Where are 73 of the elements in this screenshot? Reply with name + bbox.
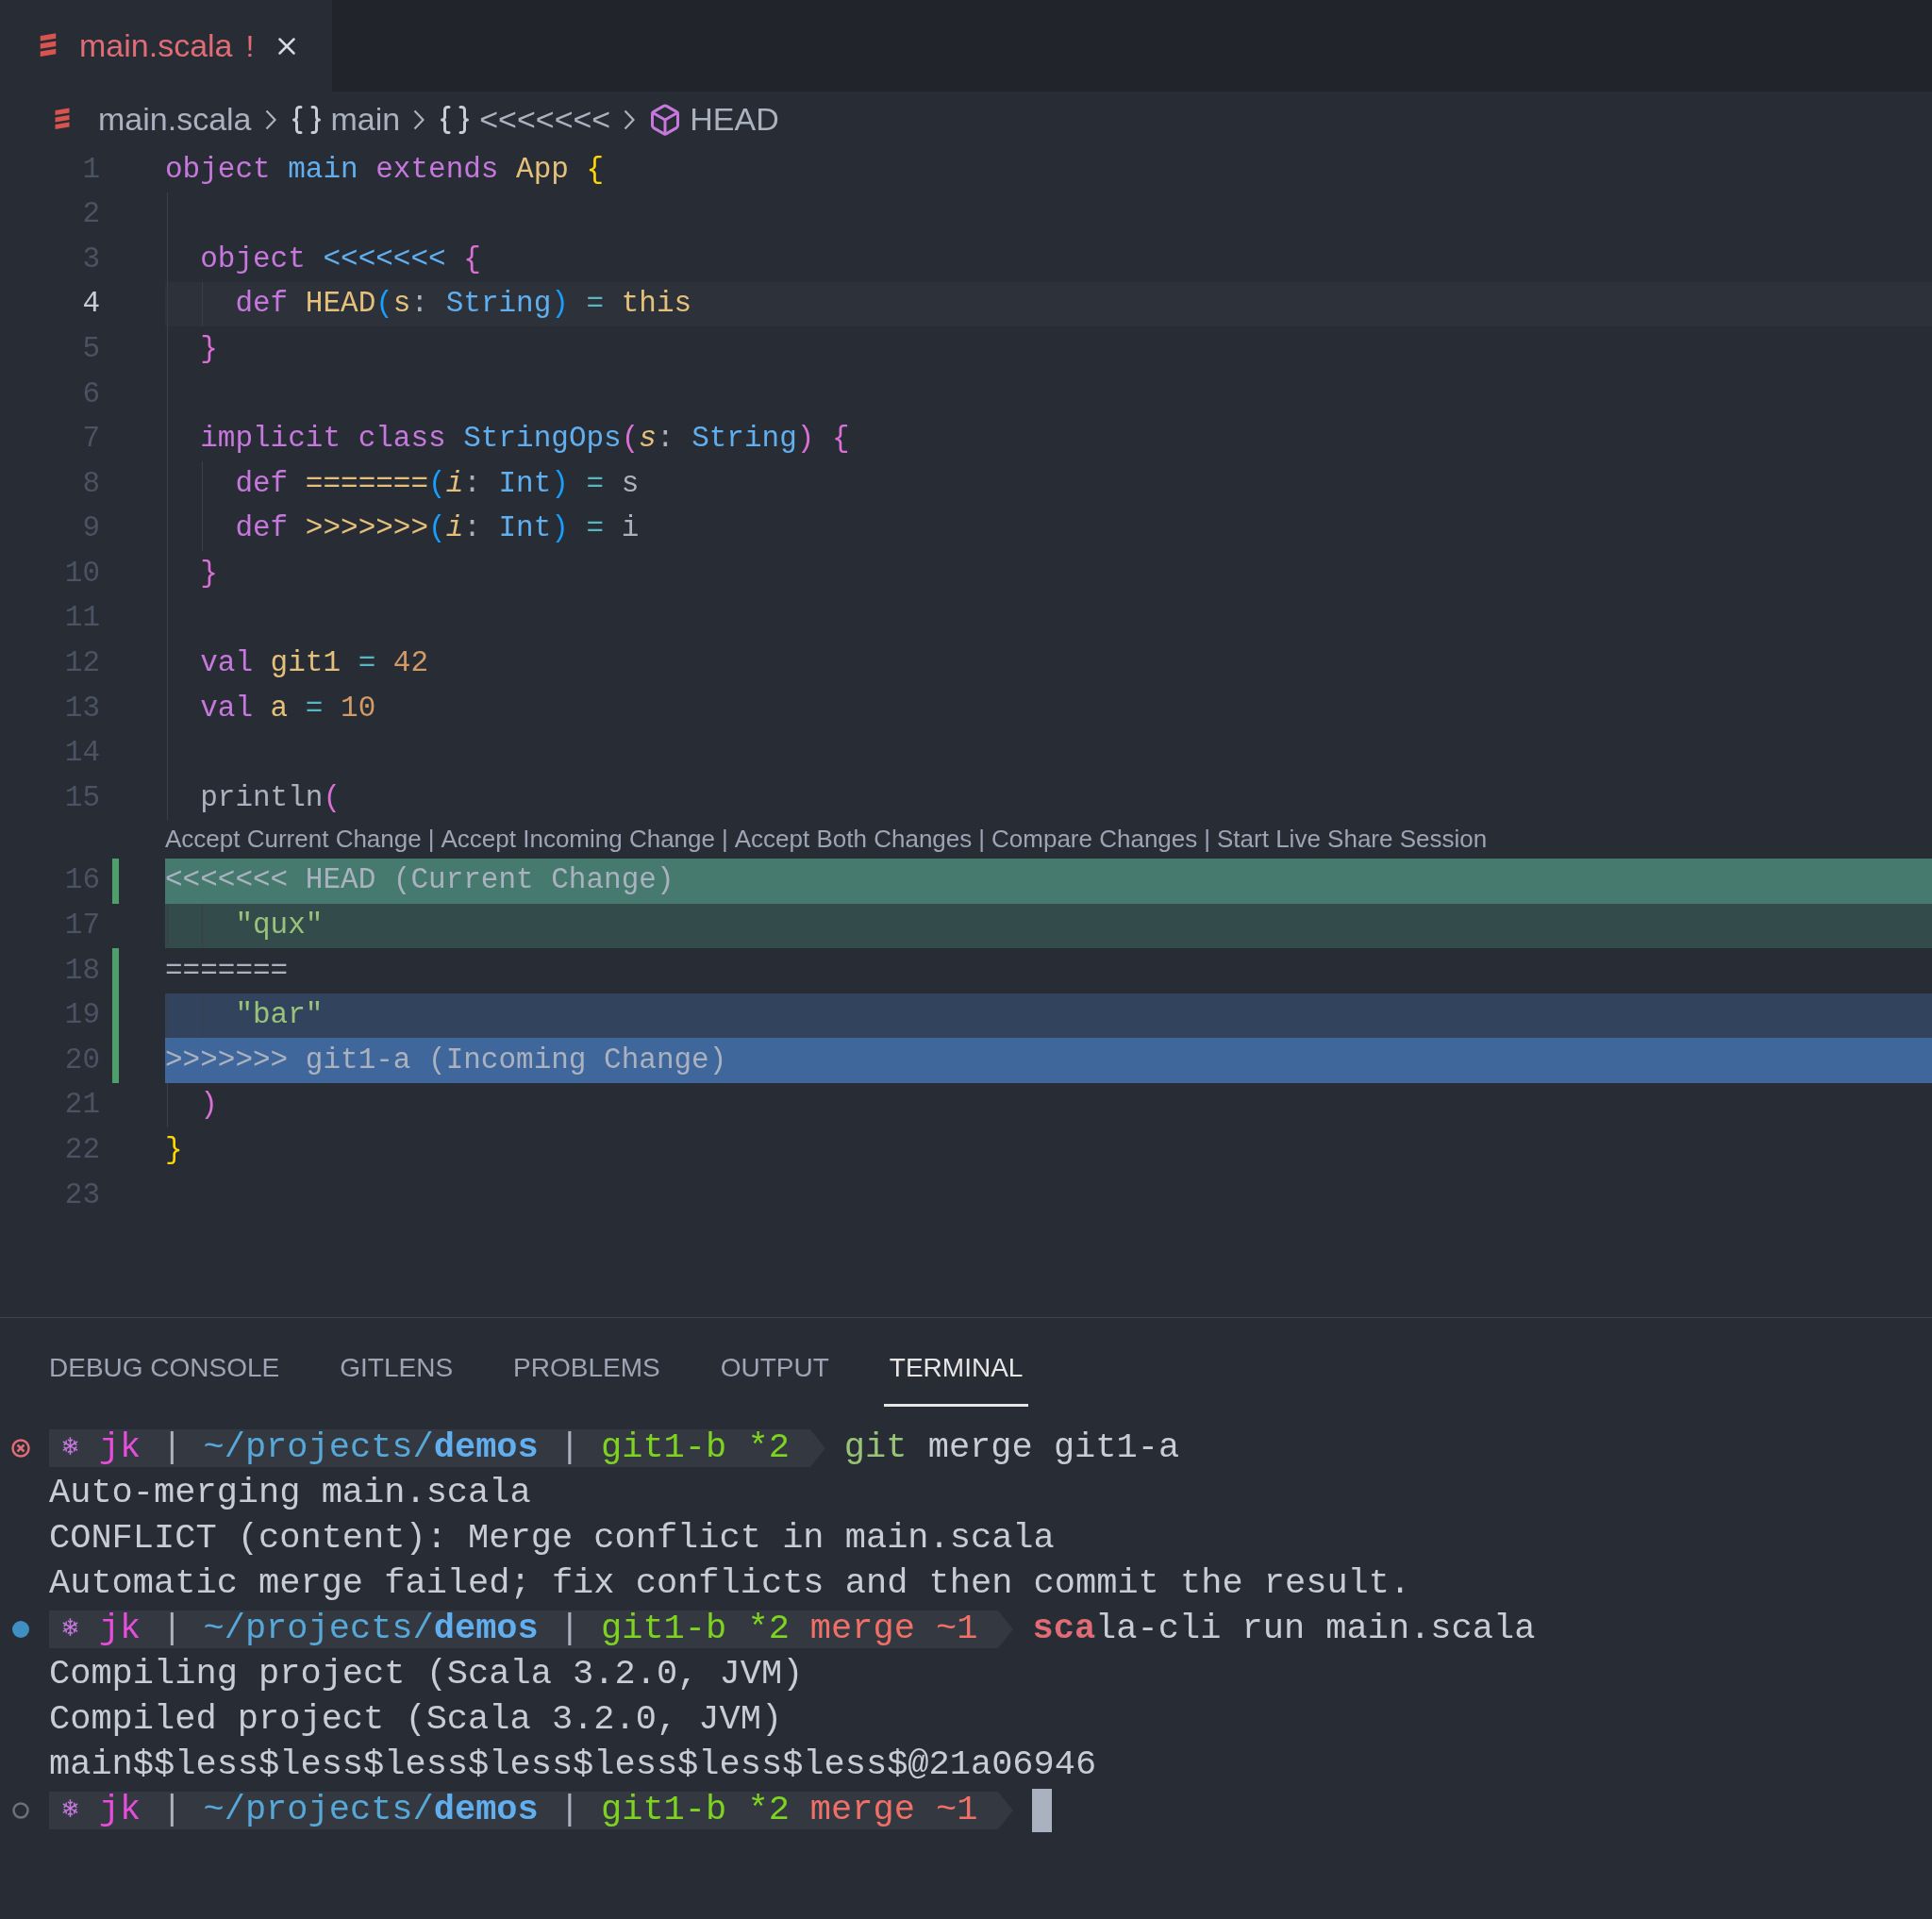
code-text: ) (199, 1087, 218, 1124)
terminal-output: Automatic merge failed; fix conflicts and then commit the result. (49, 1562, 1411, 1606)
code-text: def =======(i: Int) = s (234, 465, 640, 502)
code-text: } (165, 1132, 183, 1168)
scala-icon (53, 107, 72, 132)
breadcrumb-item[interactable]: HEAD (690, 95, 779, 143)
code-text: println( (199, 779, 341, 816)
prompt-separator: | (558, 1427, 580, 1470)
breadcrumb-item[interactable]: <<<<<<< (479, 95, 611, 143)
terminal-output: CONFLICT (content): Merge conflict in main.scala (49, 1517, 1055, 1560)
codelens-separator: | (427, 824, 435, 856)
codelens-separator: | (978, 824, 986, 856)
prompt-user: jk (98, 1789, 142, 1832)
git-branch: git1-b *2 (601, 1789, 790, 1832)
command-text: git merge git1-a (843, 1427, 1180, 1470)
chevron-right-icon (264, 108, 276, 130)
terminal-output: Compiled project (Scala 3.2.0, JVM) (49, 1698, 783, 1742)
code-text: def >>>>>>>(i: Int) = i (234, 510, 640, 547)
chevron-right-icon (624, 108, 636, 130)
code-text: <<<<<<< HEAD (Current Change) (165, 862, 675, 899)
codelens-link[interactable]: Accept Both Changes (734, 821, 973, 859)
panel-tab[interactable]: OUTPUT (714, 1331, 835, 1407)
code-text: implicit class StringOps(s: String) { (199, 421, 850, 458)
code-text: object main extends App { (165, 151, 605, 188)
prompt-separator: | (558, 1608, 580, 1651)
prompt-separator: | (161, 1427, 183, 1470)
editor-tab[interactable]: main.scala ! (0, 0, 332, 92)
scala-icon (38, 32, 58, 59)
tab-label: main.scala (79, 26, 233, 65)
git-branch: git1-b *2 (601, 1427, 790, 1470)
codelens-link[interactable]: Accept Current Change (165, 821, 422, 859)
merge-state: merge ~1 (809, 1608, 978, 1651)
terminal-output: main$$less$less$less$less$less$less$less$@21a06946 (49, 1744, 1097, 1787)
prompt-separator: | (161, 1789, 183, 1832)
line-number: 4 (81, 286, 100, 323)
panel-tab[interactable]: TERMINAL (883, 1331, 1029, 1407)
prompt-path: ~/projects/demos (203, 1427, 539, 1470)
code-text: } (199, 555, 218, 592)
code-text: "qux" (234, 908, 324, 944)
code-text: } (199, 330, 218, 367)
code-text: val a = 10 (199, 690, 376, 726)
panel-tab[interactable]: PROBLEMS (508, 1331, 666, 1407)
snowflake-icon: ❄ (62, 1428, 78, 1468)
panel-tab[interactable]: GITLENS (334, 1331, 459, 1407)
prompt-user: jk (98, 1427, 142, 1470)
prompt-path: ~/projects/demos (203, 1789, 539, 1832)
code-text: >>>>>>> git1-a (Incoming Change) (165, 1042, 727, 1078)
chevron-right-icon (413, 108, 425, 130)
codelens-link[interactable]: Compare Changes (991, 821, 1198, 859)
codelens-separator: | (1204, 824, 1211, 856)
codelens-link[interactable]: Start Live Share Session (1217, 821, 1488, 859)
git-branch: git1-b *2 (601, 1608, 790, 1651)
prompt-user: jk (98, 1608, 142, 1651)
codelens-link[interactable]: Accept Incoming Change (441, 821, 715, 859)
warning-mark: ! (245, 27, 255, 65)
codelens-separator: | (722, 824, 728, 856)
terminal-output: Compiling project (Scala 3.2.0, JVM) (49, 1653, 804, 1696)
snowflake-icon: ❄ (62, 1610, 78, 1649)
snowflake-icon: ❄ (62, 1791, 78, 1830)
prompt-separator: | (558, 1789, 580, 1832)
command-text: scala-cli run main.scala (1032, 1608, 1536, 1651)
breadcrumb-item[interactable]: main (330, 95, 401, 143)
code-text: object <<<<<<< { (199, 241, 481, 277)
prompt-path: ~/projects/demos (203, 1608, 539, 1651)
code-text: "bar" (234, 997, 324, 1034)
merge-state: merge ~1 (809, 1789, 978, 1832)
code-text: def HEAD(s: String) = this (234, 286, 692, 323)
prompt-separator: | (161, 1608, 183, 1651)
breadcrumb-item[interactable]: main.scala (98, 95, 252, 143)
code-text: val git1 = 42 (199, 645, 429, 682)
terminal-output: Auto-merging main.scala (49, 1472, 531, 1515)
panel-tab[interactable]: DEBUG CONSOLE (43, 1331, 286, 1407)
code-text: ======= (165, 952, 289, 989)
